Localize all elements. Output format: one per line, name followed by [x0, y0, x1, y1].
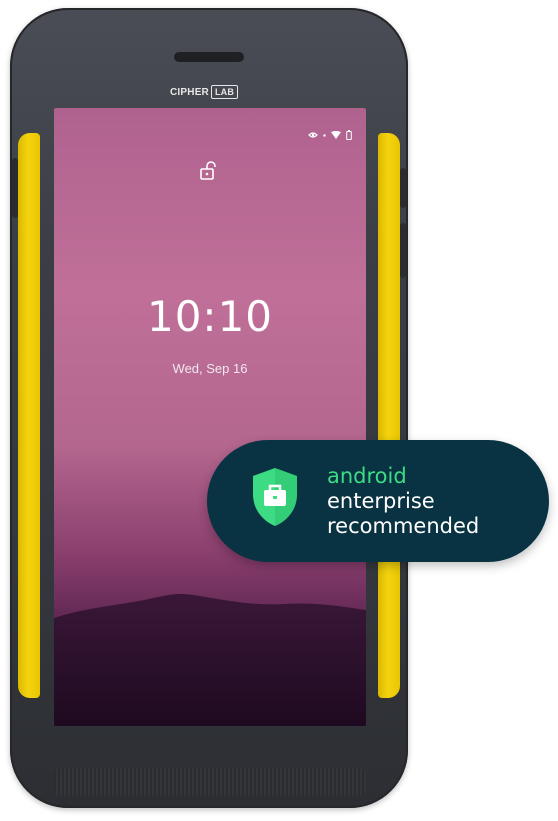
badge-line-enterprise: enterprise — [327, 489, 435, 513]
android-enterprise-badge: android enterprise recommended — [207, 440, 549, 562]
mountain-silhouette — [54, 593, 366, 726]
eye-icon — [308, 132, 318, 138]
badge-text: android enterprise recommended — [327, 464, 479, 539]
product-image: CIPHER LAB 10:10 Wed, Sep 16 android ent… — [0, 0, 558, 821]
status-bar-icons — [308, 130, 352, 140]
lockscreen-date: Wed, Sep 16 — [172, 361, 248, 376]
right-yellow-rail — [378, 133, 400, 698]
brand-logo-right: LAB — [210, 85, 239, 99]
shield-briefcase-icon — [253, 468, 297, 526]
wallpaper — [54, 108, 366, 726]
right-side-button-upper — [400, 168, 406, 208]
dot-icon — [323, 133, 326, 137]
lock-screen: 10:10 Wed, Sep 16 — [54, 108, 366, 726]
badge-line-recommended: recommended — [327, 514, 480, 538]
brand-logo: CIPHER LAB — [170, 82, 239, 102]
lockscreen-clock: 10:10 — [146, 292, 274, 341]
right-side-button-lower — [400, 223, 406, 278]
earpiece-speaker — [174, 52, 244, 62]
rugged-phone: CIPHER LAB 10:10 Wed, Sep 16 — [10, 8, 408, 808]
brand-logo-left: CIPHER — [170, 86, 209, 98]
bottom-speaker-grille — [54, 768, 366, 796]
left-yellow-rail — [18, 133, 40, 698]
left-side-button — [12, 158, 18, 218]
battery-icon — [346, 130, 352, 140]
badge-line-android: android — [327, 464, 407, 488]
unlocked-padlock-icon — [200, 161, 216, 180]
wifi-icon — [331, 131, 341, 139]
